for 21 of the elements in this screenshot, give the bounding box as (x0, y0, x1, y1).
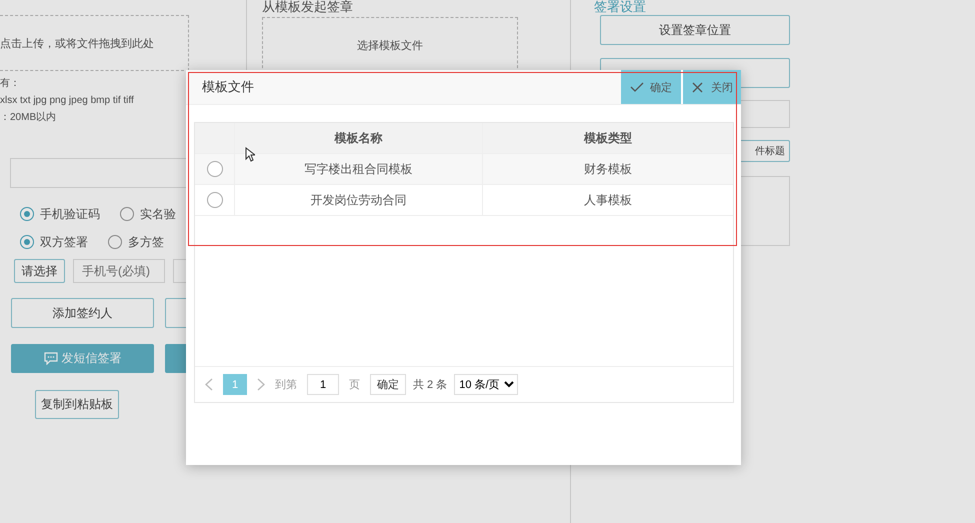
column-header: 模板类型 (483, 123, 733, 154)
picker-label: 选择模板文件 (357, 38, 423, 52)
table-cell: 写字楼出租合同模板 (235, 154, 483, 185)
page-unit: 页 (349, 378, 360, 392)
section-title: 签署设置 (594, 0, 647, 14)
column-header: 模板名称 (235, 123, 483, 154)
table-cell: 开发岗位劳动合同 (235, 185, 483, 216)
goto-label: 到第 (275, 378, 297, 392)
radio-label: 双方签署 (40, 234, 88, 250)
table-cell: 人事模板 (483, 185, 733, 216)
format-list: xlsx txt jpg png jpeg bmp tif tiff (0, 92, 134, 109)
radio-label: 手机验证码 (40, 206, 100, 222)
total-count: 共 2 条 (413, 378, 448, 392)
size-limit: ：20MB以内 (0, 110, 56, 125)
radio-label: 多方签 (128, 234, 164, 250)
format-label: 有： (0, 77, 20, 91)
dialog-title: 模板文件 (201, 78, 255, 96)
table-cell: 财务模板 (483, 154, 733, 185)
upload-hint: 点击上传，或将文件拖拽到此处 (0, 36, 154, 50)
radio-label: 实名验 (140, 206, 176, 222)
section-title: 从模板发起签章 (262, 0, 354, 14)
